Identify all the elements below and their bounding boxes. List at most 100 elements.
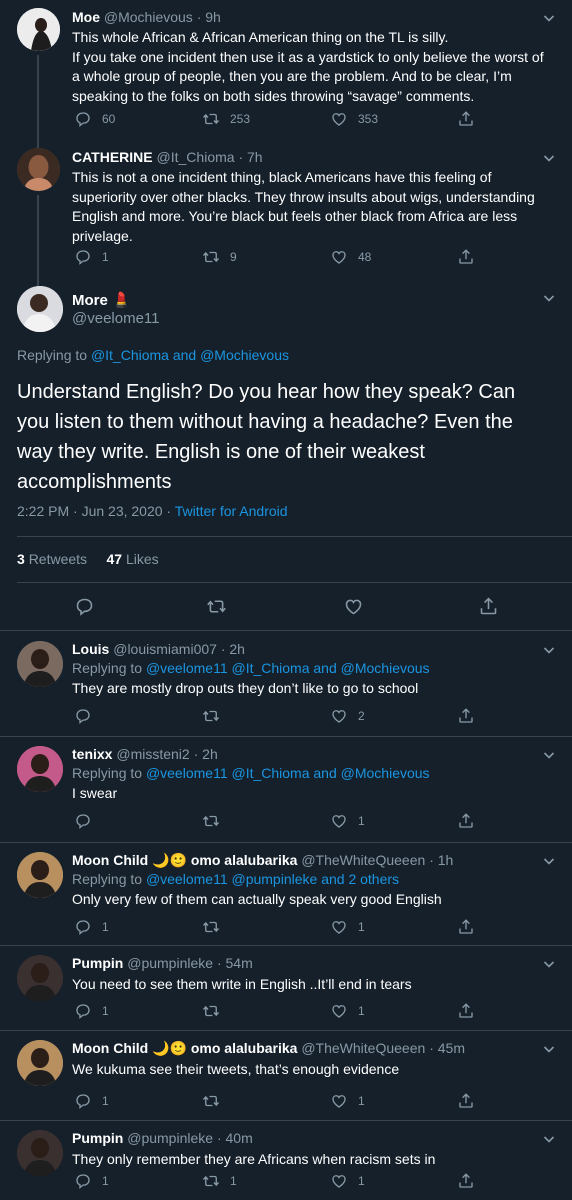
author-name[interactable]: Louis <box>72 641 109 657</box>
author-handle[interactable]: @louismiami007 <box>113 641 217 657</box>
reply-button[interactable]: 60 <box>74 110 115 128</box>
likes-stat[interactable]: 47 Likes <box>107 551 159 567</box>
like-button[interactable]: 1 <box>330 1172 365 1190</box>
retweet-button[interactable] <box>202 918 230 936</box>
heart-icon[interactable] <box>343 596 364 617</box>
share-button[interactable] <box>457 812 485 830</box>
author-name[interactable]: More <box>72 292 108 309</box>
retweet-icon[interactable] <box>206 596 227 617</box>
author-handle[interactable]: @It_Chioma <box>157 149 235 165</box>
author-name-suffix[interactable]: omo alalubarika <box>191 1040 298 1056</box>
reply-tweet[interactable]: Louis @louismiami007 · 2h Replying to @v… <box>0 631 572 736</box>
retweet-button[interactable]: 1 <box>202 1172 237 1190</box>
tweet-time[interactable]: 45m <box>438 1040 465 1056</box>
like-button[interactable]: 1 <box>330 812 365 830</box>
author-name[interactable]: Moon Child <box>72 852 148 868</box>
author-handle[interactable]: @veelome11 <box>72 310 160 327</box>
author-name-suffix[interactable]: omo alalubarika <box>191 852 298 868</box>
author-name[interactable]: tenixx <box>72 746 112 762</box>
reply-icon[interactable] <box>74 596 95 617</box>
avatar[interactable] <box>17 852 63 898</box>
avatar[interactable] <box>17 641 63 687</box>
author-handle[interactable]: @TheWhiteQueeen <box>301 852 425 868</box>
reply-tweet[interactable]: Pumpin @pumpinleke · 40m They only remem… <box>0 1120 572 1200</box>
chevron-down-icon[interactable] <box>541 150 557 166</box>
share-button[interactable] <box>457 707 485 725</box>
reply-button[interactable]: 1 <box>74 1092 109 1110</box>
avatar[interactable] <box>17 148 60 191</box>
chevron-down-icon[interactable] <box>541 747 557 763</box>
chevron-down-icon[interactable] <box>541 956 557 972</box>
like-button[interactable]: 1 <box>330 1002 365 1020</box>
reply-button[interactable]: 1 <box>74 918 109 936</box>
avatar[interactable] <box>17 955 63 1001</box>
tweet-line: a whole group of people, then you are th… <box>72 68 512 84</box>
author-handle[interactable]: @Mochievous <box>104 9 193 25</box>
chevron-down-icon[interactable] <box>541 290 557 306</box>
retweet-button[interactable] <box>202 1002 230 1020</box>
like-button[interactable]: 2 <box>330 707 365 725</box>
reply-button[interactable] <box>74 707 102 725</box>
tweet-moe[interactable]: Moe @Mochievous · 9h This whole African … <box>0 0 572 141</box>
share-button[interactable] <box>457 110 485 128</box>
avatar[interactable] <box>17 8 60 51</box>
reply-tweet[interactable]: tenixx @missteni2 · 2h Replying to @veel… <box>0 736 572 842</box>
tweet-time[interactable]: 7h <box>247 149 263 165</box>
avatar[interactable] <box>17 746 63 792</box>
avatar[interactable] <box>17 1130 63 1176</box>
chevron-down-icon[interactable] <box>541 10 557 26</box>
author-name[interactable]: CATHERINE <box>72 149 153 165</box>
retweet-button[interactable] <box>202 812 230 830</box>
tweet-client[interactable]: Twitter for Android <box>175 503 288 519</box>
like-button[interactable]: 1 <box>330 1092 365 1110</box>
share-button[interactable] <box>457 248 485 266</box>
author-handle[interactable]: @TheWhiteQueeen <box>301 1040 425 1056</box>
author-name[interactable]: Moe <box>72 9 100 25</box>
tweet-time[interactable]: 1h <box>438 852 454 868</box>
chevron-down-icon[interactable] <box>541 1041 557 1057</box>
tweet-time[interactable]: 40m <box>226 1130 253 1146</box>
share-button[interactable] <box>457 1002 485 1020</box>
retweet-button[interactable] <box>202 707 230 725</box>
avatar[interactable] <box>17 286 63 332</box>
author-name[interactable]: Pumpin <box>72 955 123 971</box>
chevron-down-icon[interactable] <box>541 642 557 658</box>
retweet-button[interactable] <box>202 1092 230 1110</box>
reply-button[interactable]: 1 <box>74 1172 109 1190</box>
share-button[interactable] <box>457 1092 485 1110</box>
replying-to-users[interactable]: @veelome11 @It_Chioma and @Mochievous <box>146 765 430 781</box>
retweet-button[interactable]: 253 <box>202 110 250 128</box>
replying-to-users[interactable]: @veelome11 @pumpinleke and 2 others <box>146 871 399 887</box>
reply-tweet[interactable]: Moon Child 🌙🙂 omo alalubarika @TheWhiteQ… <box>0 1030 572 1120</box>
replying-to-users[interactable]: @veelome11 @It_Chioma and @Mochievous <box>146 660 430 676</box>
replying-to-users[interactable]: @It_Chioma and @Mochievous <box>91 347 289 363</box>
author-name[interactable]: Pumpin <box>72 1130 123 1146</box>
share-button[interactable] <box>457 918 485 936</box>
author-handle[interactable]: @pumpinleke <box>127 955 213 971</box>
chevron-down-icon[interactable] <box>541 853 557 869</box>
avatar[interactable] <box>17 1040 63 1086</box>
reply-tweet[interactable]: Moon Child 🌙🙂 omo alalubarika @TheWhiteQ… <box>0 842 572 945</box>
reply-button[interactable]: 1 <box>74 248 109 266</box>
share-icon[interactable] <box>478 596 499 617</box>
retweet-button[interactable]: 9 <box>202 248 237 266</box>
tweet-time[interactable]: 2h <box>202 746 218 762</box>
tweet-time[interactable]: 2h <box>229 641 245 657</box>
reply-button[interactable] <box>74 812 102 830</box>
chevron-down-icon[interactable] <box>541 1131 557 1147</box>
like-button[interactable]: 48 <box>330 248 371 266</box>
tweet-time[interactable]: 54m <box>226 955 253 971</box>
tweet-timestamp[interactable]: 2:22 PM · Jun 23, 2020 · <box>17 503 171 519</box>
like-button[interactable]: 353 <box>330 110 378 128</box>
share-button[interactable] <box>457 1172 485 1190</box>
reply-count: 1 <box>102 1174 109 1188</box>
retweets-stat[interactable]: 3 Retweets <box>17 551 87 567</box>
tweet-catherine[interactable]: CATHERINE @It_Chioma · 7h This is not a … <box>0 140 572 295</box>
author-handle[interactable]: @pumpinleke <box>127 1130 213 1146</box>
tweet-time[interactable]: 9h <box>205 9 221 25</box>
author-name[interactable]: Moon Child <box>72 1040 148 1056</box>
reply-button[interactable]: 1 <box>74 1002 109 1020</box>
author-handle[interactable]: @missteni2 <box>116 746 189 762</box>
reply-tweet[interactable]: Pumpin @pumpinleke · 54m You need to see… <box>0 945 572 1030</box>
like-button[interactable]: 1 <box>330 918 365 936</box>
